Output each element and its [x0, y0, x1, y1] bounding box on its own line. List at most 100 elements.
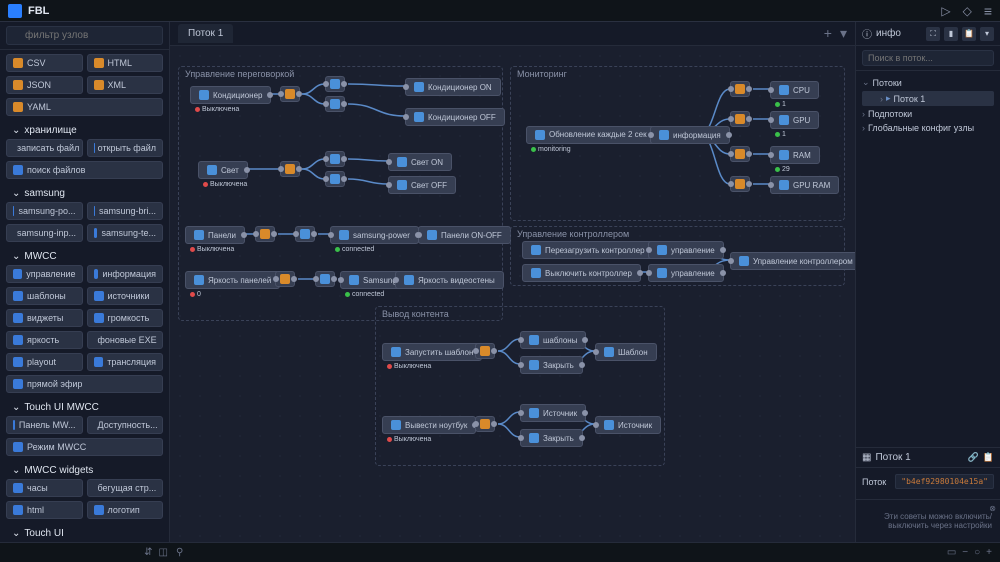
close-tips-icon[interactable]: ⊗ [989, 504, 996, 513]
flow-node[interactable]: Перезагрузить контроллер [522, 241, 654, 259]
palette-node[interactable]: часы [6, 479, 83, 497]
flow-node[interactable] [730, 146, 750, 162]
flow-node[interactable]: CPU1 [770, 81, 819, 99]
flow-node[interactable]: Яркость видеостены [395, 271, 504, 289]
canvas-search-input[interactable] [176, 547, 939, 558]
flow-node[interactable]: КондиционерВыключена [190, 86, 271, 104]
tree-subflows[interactable]: Подпотоки [858, 107, 998, 121]
menu-icon[interactable]: ≡ [984, 3, 992, 19]
flow-node[interactable] [730, 111, 750, 127]
panel-btn-1[interactable]: ⛶ [926, 27, 940, 41]
palette-node[interactable]: Панель MW... [6, 416, 83, 434]
flow-node[interactable]: Источник [595, 416, 661, 434]
palette-node[interactable]: бегущая стр... [87, 479, 164, 497]
palette-node[interactable]: Режим MWCC [6, 438, 163, 456]
flow-node[interactable]: информация [650, 126, 730, 144]
category-header[interactable]: Touch UI MWCC [6, 397, 163, 416]
flow-node[interactable]: Свет ON [388, 153, 452, 171]
category-header[interactable]: Touch UI [6, 523, 163, 542]
copy-icon[interactable]: 📋 [983, 452, 994, 463]
palette-node[interactable]: записать файл [6, 139, 83, 157]
flow-node[interactable]: Обновление каждые 2 сек ⏱monitoring [526, 126, 664, 144]
palette-node[interactable]: playout [6, 353, 83, 371]
flow-node[interactable] [325, 76, 345, 92]
flow-node[interactable] [315, 271, 335, 287]
tree-flows[interactable]: Потоки [858, 75, 998, 90]
flow-node[interactable]: Кондиционер OFF [405, 108, 505, 126]
flow-node[interactable]: Закрыть [520, 429, 583, 447]
flow-node[interactable]: Закрыть [520, 356, 583, 374]
sb-zoom-reset-icon[interactable]: ○ [974, 547, 980, 558]
flow-node[interactable]: Шаблон [595, 343, 657, 361]
sb-toggle-icon[interactable]: ◫ [159, 547, 168, 558]
palette-node[interactable]: логотип [87, 501, 164, 519]
tab-flow-1[interactable]: Поток 1 [178, 24, 233, 43]
flow-canvas[interactable]: Управление переговоркойКондиционерВыключ… [170, 46, 855, 542]
flow-node[interactable] [325, 171, 345, 187]
flow-node[interactable]: управление [648, 241, 724, 259]
category-header[interactable]: MWCC [6, 246, 163, 265]
palette-node[interactable]: виджеты [6, 309, 83, 327]
palette-node[interactable]: трансляция [87, 353, 164, 371]
palette-node[interactable]: поиск файлов [6, 161, 163, 179]
palette-node[interactable]: открыть файл [87, 139, 164, 157]
palette-node[interactable]: Доступность... [87, 416, 164, 434]
category-header[interactable]: хранилище [6, 120, 163, 139]
flow-node[interactable]: Яркость панелей0 [185, 271, 280, 289]
tree-globals[interactable]: Глобальные конфиг узлы [858, 121, 998, 135]
flow-node[interactable]: Свет OFF [388, 176, 456, 194]
palette-node[interactable]: JSON [6, 76, 83, 94]
flow-node[interactable]: Управление контроллером [730, 252, 855, 270]
filter-input[interactable] [6, 26, 163, 45]
palette-node[interactable]: YAML [6, 98, 163, 116]
panel-btn-2[interactable]: ▮ [944, 27, 958, 41]
flow-node[interactable] [295, 226, 315, 242]
palette-node[interactable]: прямой эфир [6, 375, 163, 393]
flow-node[interactable]: GPU1 [770, 111, 819, 129]
palette-node[interactable]: источники [87, 287, 164, 305]
palette-node[interactable]: samsung-inp... [6, 224, 83, 242]
tree-flow-1[interactable]: ▸ Поток 1 [862, 91, 994, 106]
flow-node[interactable] [730, 81, 750, 97]
flow-node[interactable]: ПанелиВыключена [185, 226, 245, 244]
palette-node[interactable]: яркость [6, 331, 83, 349]
sb-zoom-out-icon[interactable]: − [962, 547, 968, 558]
flow-node[interactable]: Выключить контроллер [522, 264, 641, 282]
palette-node[interactable]: html [6, 501, 83, 519]
panel-search-input[interactable] [862, 50, 994, 66]
flow-node[interactable] [280, 161, 300, 177]
palette-node[interactable]: XML [87, 76, 164, 94]
category-header[interactable]: samsung [6, 183, 163, 202]
palette-node[interactable]: информация [87, 265, 164, 283]
flow-node[interactable]: RAM29 [770, 146, 820, 164]
category-header[interactable]: MWCC widgets [6, 460, 163, 479]
flow-node[interactable] [475, 416, 495, 432]
flow-node[interactable]: Вывести ноутбукВыключена [382, 416, 476, 434]
flow-node[interactable]: samsung-powerconnected [330, 226, 419, 244]
tab-list-icon[interactable]: ▾ [840, 25, 847, 42]
sb-icon-1[interactable]: ▭ [947, 547, 956, 558]
palette-node[interactable]: фоновые EXE [87, 331, 164, 349]
flow-node[interactable]: Источник [520, 404, 586, 422]
flow-node[interactable]: Кондиционер ON [405, 78, 501, 96]
palette-node[interactable]: samsung-bri... [87, 202, 164, 220]
flow-node[interactable]: шаблоны [520, 331, 586, 349]
palette-node[interactable]: шаблоны [6, 287, 83, 305]
flow-node[interactable]: GPU RAM [770, 176, 839, 194]
palette-node[interactable]: samsung-po... [6, 202, 83, 220]
link-icon[interactable]: 🔗 [968, 452, 979, 463]
deploy-icon[interactable]: ▷ [941, 4, 950, 18]
panel-btn-4[interactable]: ▾ [980, 27, 994, 41]
palette-node[interactable]: HTML [87, 54, 164, 72]
palette-node[interactable]: управление [6, 265, 83, 283]
flow-node[interactable]: управление [648, 264, 724, 282]
flow-node[interactable] [730, 176, 750, 192]
palette-node[interactable]: samsung-te... [87, 224, 164, 242]
sb-zoom-in-icon[interactable]: + [986, 547, 992, 558]
panel-btn-3[interactable]: 📋 [962, 27, 976, 41]
sb-collapse-icon[interactable]: ⇵ [144, 547, 152, 558]
add-tab-icon[interactable]: + [824, 25, 832, 42]
flow-node[interactable] [325, 151, 345, 167]
flow-node[interactable] [255, 226, 275, 242]
flow-node[interactable] [280, 86, 300, 102]
